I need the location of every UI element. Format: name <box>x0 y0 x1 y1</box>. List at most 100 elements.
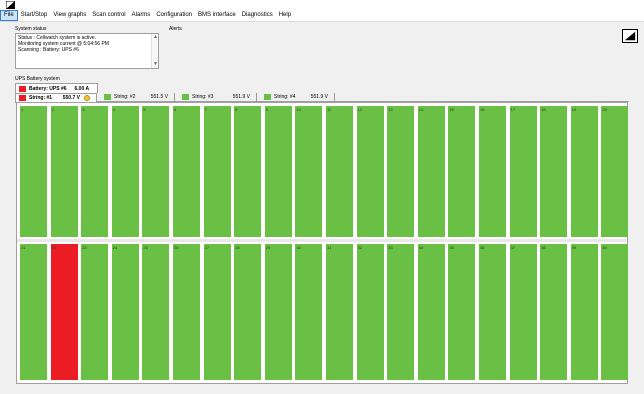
battery-cell-14[interactable]: 14 <box>417 106 445 237</box>
cell-number: 8 <box>235 107 238 112</box>
battery-cell-33[interactable]: 33 <box>387 244 415 380</box>
ups-battery-system-label: UPS Battery system <box>15 76 60 82</box>
string-tab-1[interactable]: String: #1 550.7 V <box>15 92 97 103</box>
battery-cell-22[interactable]: 22 <box>50 244 78 380</box>
battery-cell-7[interactable]: 7 <box>203 106 231 237</box>
scroll-up-icon[interactable]: ▲ <box>153 35 158 40</box>
cell-number: 32 <box>357 245 363 250</box>
battery-cell-25[interactable]: 25 <box>142 244 170 380</box>
cell-number: 21 <box>21 245 26 250</box>
battery-cell-37[interactable]: 37 <box>509 244 537 380</box>
warning-icon <box>84 95 90 101</box>
cell-number: 24 <box>112 245 118 250</box>
battery-cell-10[interactable]: 10 <box>295 106 323 237</box>
cell-number: 15 <box>449 107 454 112</box>
menu-file[interactable]: File <box>0 10 18 21</box>
string-voltage: 551.9 V <box>232 94 250 100</box>
cell-number: 38 <box>541 245 546 250</box>
string-status-icon <box>182 94 189 100</box>
battery-cell-1[interactable]: 1 <box>20 106 47 237</box>
battery-cell-23[interactable]: 23 <box>81 244 109 380</box>
app-logo-icon <box>6 1 15 9</box>
battery-cell-17[interactable]: 17 <box>509 106 537 237</box>
scroll-down-icon[interactable]: ▼ <box>153 62 158 67</box>
battery-cell-4[interactable]: 4 <box>111 106 139 237</box>
string-name: String: #2 <box>114 94 136 100</box>
cell-number: 17 <box>510 107 516 112</box>
battery-cell-30[interactable]: 30 <box>295 244 323 380</box>
battery-cell-15[interactable]: 15 <box>448 106 476 237</box>
cell-number: 3 <box>82 107 85 112</box>
battery-cell-5[interactable]: 5 <box>142 106 170 237</box>
cell-number: 19 <box>571 107 577 112</box>
cell-number: 20 <box>602 107 607 112</box>
battery-name: Battery: UPS #6 <box>29 85 67 92</box>
battery-cell-13[interactable]: 13 <box>387 106 415 237</box>
cell-number: 6 <box>174 107 177 112</box>
status-scrollbar[interactable]: ▲ ▼ <box>151 34 158 68</box>
battery-cell-27[interactable]: 27 <box>203 244 231 380</box>
battery-cell-34[interactable]: 34 <box>417 244 445 380</box>
cell-number: 25 <box>143 245 148 250</box>
status-line: Scanning : Battery: UPS #6 <box>18 47 79 53</box>
battery-cell-11[interactable]: 11 <box>326 106 353 237</box>
battery-cell-38[interactable]: 38 <box>540 244 568 380</box>
menu-bms-interface[interactable]: BMS interface <box>195 10 239 21</box>
battery-cell-39[interactable]: 39 <box>570 244 598 380</box>
cell-number: 10 <box>296 107 301 112</box>
battery-current: 6.00 A <box>74 85 90 92</box>
battery-cell-26[interactable]: 26 <box>173 244 200 380</box>
battery-cell-8[interactable]: 8 <box>234 106 262 237</box>
battery-cell-19[interactable]: 19 <box>570 106 598 237</box>
string-tab-2[interactable]: String: #2 551.5 V <box>101 92 175 102</box>
string-status-icon <box>19 95 26 101</box>
cell-number: 37 <box>510 245 516 250</box>
menu-alarms[interactable]: Alarms <box>129 10 154 21</box>
cell-grid: 1 2 3 4 5 6 7 8 9 10 11 12 13 14 15 16 17 18 19 20 21 22 23 24 2… <box>16 102 629 384</box>
menu-configuration[interactable]: Configuration <box>153 10 195 21</box>
cell-number: 16 <box>480 107 485 112</box>
menu-diagnostics[interactable]: Diagnostics <box>239 10 276 21</box>
menu-view-graphs[interactable]: View graphs <box>50 10 89 21</box>
cell-number: 39 <box>571 245 577 250</box>
string-voltage: 551.5 V <box>150 94 168 100</box>
menu-start-stop[interactable]: Start/Stop <box>18 10 51 21</box>
battery-cell-16[interactable]: 16 <box>479 106 506 237</box>
string-voltage: 550.7 V <box>62 95 80 101</box>
battery-cell-20[interactable]: 20 <box>601 106 629 237</box>
string-tab-4[interactable]: String: #4 551.9 V <box>261 92 335 102</box>
battery-cell-6[interactable]: 6 <box>173 106 200 237</box>
cell-number: 22 <box>51 245 57 250</box>
battery-cell-3[interactable]: 3 <box>81 106 109 237</box>
battery-tab[interactable]: Battery: UPS #6 6.00 A <box>15 83 98 93</box>
menu-bar: File Start/Stop View graphs Scan control… <box>0 10 644 22</box>
menu-scan-control[interactable]: Scan control <box>89 10 128 21</box>
cell-number: 35 <box>449 245 454 250</box>
battery-cell-24[interactable]: 24 <box>111 244 139 380</box>
battery-cell-35[interactable]: 35 <box>448 244 476 380</box>
battery-cell-29[interactable]: 29 <box>264 244 292 380</box>
battery-cell-31[interactable]: 31 <box>326 244 353 380</box>
battery-cell-21[interactable]: 21 <box>20 244 47 380</box>
cell-number: 29 <box>265 245 271 250</box>
menu-help[interactable]: Help <box>276 10 294 21</box>
battery-cell-2[interactable]: 2 <box>50 106 78 237</box>
battery-cell-32[interactable]: 32 <box>356 244 384 380</box>
alerts-label: Alerts <box>169 26 182 32</box>
string-tab-3[interactable]: String: #3 551.9 V <box>179 92 257 102</box>
string-tab-bar: String: #1 550.7 V String: #2 551.5 V St… <box>15 92 629 103</box>
battery-cell-18[interactable]: 18 <box>540 106 568 237</box>
battery-cell-40[interactable]: 40 <box>601 244 629 380</box>
battery-cell-28[interactable]: 28 <box>234 244 262 380</box>
string-name: String: #1 <box>29 95 53 101</box>
battery-cell-12[interactable]: 12 <box>356 106 384 237</box>
string-voltage: 551.9 V <box>310 94 328 100</box>
battery-cell-9[interactable]: 9 <box>264 106 292 237</box>
system-status-box[interactable]: Status : Cellwatch system is active. Mon… <box>15 33 159 69</box>
cell-number: 13 <box>388 107 393 112</box>
cell-number: 12 <box>357 107 363 112</box>
row-divider <box>17 239 627 242</box>
battery-cell-36[interactable]: 36 <box>479 244 506 380</box>
cell-number: 30 <box>296 245 301 250</box>
cell-number: 28 <box>235 245 240 250</box>
